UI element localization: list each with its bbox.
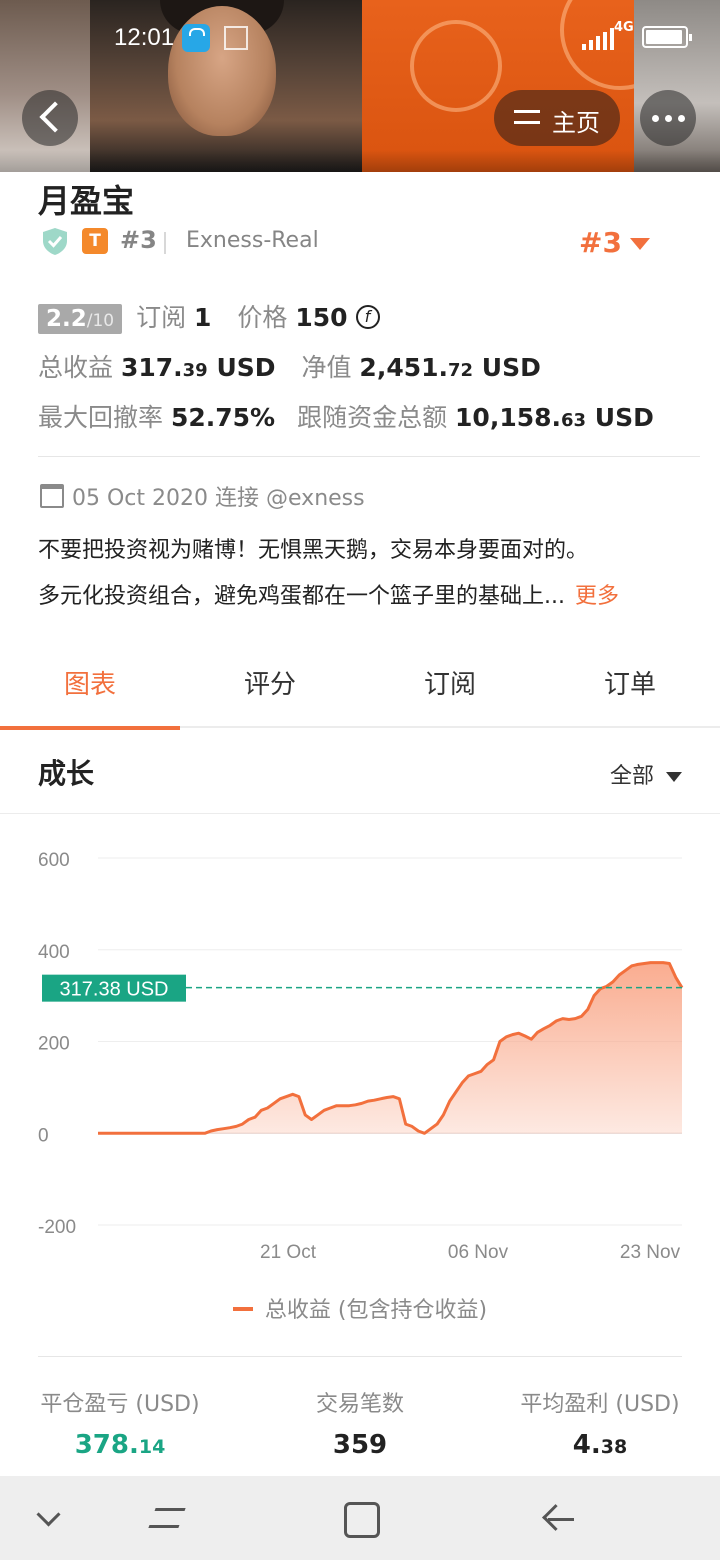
growth-chart: 600 400 200 0 -200 21 Oct 06 Nov 23 Nov 317.38 U…	[0, 815, 720, 1285]
tab-subscribe[interactable]: 订阅	[360, 642, 540, 728]
legend-swatch	[232, 1307, 253, 1311]
rank-dropdown[interactable]: #3	[579, 226, 650, 259]
hide-nav-icon[interactable]	[28, 1496, 72, 1540]
total-profit-value: 317.39 USD	[120, 353, 276, 382]
net-value-label: 净值	[301, 353, 352, 382]
summary-label: 交易笔数	[315, 1392, 404, 1417]
more-options-button[interactable]	[640, 90, 696, 146]
max-drawdown-label: 最大回撤率	[38, 403, 164, 432]
tab-rating[interactable]: 评分	[180, 642, 360, 728]
connect-label: 连接	[215, 486, 260, 511]
range-select[interactable]: 全部	[610, 758, 682, 790]
growth-header: 成长 全部	[0, 730, 720, 814]
y-tick-label: 0	[38, 1125, 49, 1146]
x-tick-label: 06 Nov	[448, 1242, 509, 1263]
verified-shield-icon	[43, 228, 67, 255]
tab-bar: 图表 评分 订阅 订单	[0, 642, 720, 730]
summary-avg-profit: 平均盈利 (USD) 4.38	[518, 1386, 682, 1460]
section-title: 成长	[38, 757, 95, 790]
connection-info: 05 Oct 2020 连接 @exness	[40, 480, 365, 512]
stat-line-drawdown: 最大回撤率 52.75% 跟随资金总额 10,158.63 USD	[38, 398, 698, 448]
coin-icon: f	[355, 305, 380, 329]
price-label: 价格	[237, 303, 288, 332]
network-type: 4G	[614, 20, 634, 35]
x-tick-label: 21 Oct	[260, 1242, 317, 1263]
y-tick-label: 200	[38, 1034, 70, 1055]
connect-handle: @exness	[266, 486, 365, 511]
recent-apps-icon[interactable]	[146, 1496, 190, 1540]
system-nav-bar	[0, 1476, 720, 1560]
stats-block: 2.2/10 订阅 1 价格 150 f 总收益 317.39 USD 净值 2…	[38, 298, 698, 448]
stat-line-profit: 总收益 317.39 USD 净值 2,451.72 USD	[38, 348, 698, 398]
battery-icon	[642, 26, 692, 48]
y-tick-label: 600	[38, 850, 70, 871]
rank-text: #3	[120, 226, 157, 254]
back-button[interactable]	[22, 90, 78, 146]
follow-funds-value: 10,158.63 USD	[455, 403, 654, 432]
summary-stats: 平仓盈亏 (USD) 378.14 交易笔数 359 平均盈利 (USD) 4.…	[0, 1386, 720, 1476]
summary-closed-pnl: 平仓盈亏 (USD) 378.14	[38, 1386, 202, 1460]
summary-label: 平均盈利 (USD)	[520, 1392, 680, 1417]
description-line-2: 多元化投资组合，避免鸡蛋都在一个篮子里的基础上... 更多	[38, 584, 619, 609]
connect-date: 05 Oct 2020	[72, 486, 209, 511]
legend-label: 总收益 (包含持仓收益)	[264, 1298, 488, 1323]
more-link[interactable]: 更多	[575, 584, 619, 609]
summary-label: 平仓盈亏 (USD)	[40, 1392, 200, 1417]
subscribe-label: 订阅	[136, 303, 187, 332]
summary-value: 378.14	[74, 1430, 166, 1460]
tab-orders[interactable]: 订单	[540, 642, 720, 728]
summary-value: 4.38	[572, 1430, 628, 1460]
rank-dropdown-label: #3	[579, 226, 622, 259]
caret-down-icon	[666, 772, 682, 782]
summary-value: 359	[332, 1430, 388, 1460]
chart-legend: 总收益 (包含持仓收益)	[0, 1292, 720, 1324]
growth-chart-svg: 600 400 200 0 -200 21 Oct 06 Nov 23 Nov 317.38 U…	[38, 850, 684, 1263]
follow-funds-label: 跟随资金总额	[297, 403, 448, 432]
price-value: 150	[295, 303, 348, 332]
screenshot-icon	[224, 26, 248, 50]
stat-line-score: 2.2/10 订阅 1 价格 150 f	[38, 298, 698, 348]
current-value-label: 317.38 USD	[60, 979, 169, 1001]
back-nav-icon[interactable]	[536, 1496, 580, 1540]
home-button[interactable]: 主页	[494, 90, 620, 146]
swap-icon	[514, 106, 540, 128]
caret-down-icon	[630, 238, 650, 250]
signal-icon	[582, 28, 614, 50]
status-bar: 12:01 4G	[0, 18, 720, 62]
calendar-icon	[40, 484, 64, 508]
broker-name: Exness-Real	[186, 228, 319, 253]
home-icon[interactable]	[338, 1496, 382, 1540]
range-select-label: 全部	[609, 764, 654, 789]
y-tick-label: 400	[38, 942, 70, 963]
y-tick-label: -200	[38, 1217, 76, 1238]
page-title: 月盈宝	[38, 182, 135, 220]
subscribe-value: 1	[194, 303, 212, 332]
home-button-label: 主页	[552, 109, 600, 137]
store-icon	[182, 24, 210, 52]
description-line-1: 不要把投资视为赌博！无惧黑天鹅，交易本身要面对的。	[38, 538, 589, 563]
score-badge: 2.2/10	[38, 304, 123, 334]
tier-badge: T	[82, 228, 108, 254]
max-drawdown-value: 52.75%	[170, 403, 276, 432]
total-profit-label: 总收益	[38, 353, 114, 382]
net-value-value: 2,451.72 USD	[359, 353, 541, 382]
summary-trade-count: 交易笔数 359	[300, 1386, 420, 1460]
x-tick-label: 23 Nov	[620, 1242, 681, 1263]
tab-chart[interactable]: 图表	[0, 642, 180, 730]
badge-row: T #3 Exness-Real #3	[40, 226, 690, 259]
status-time: 12:01	[114, 24, 175, 51]
